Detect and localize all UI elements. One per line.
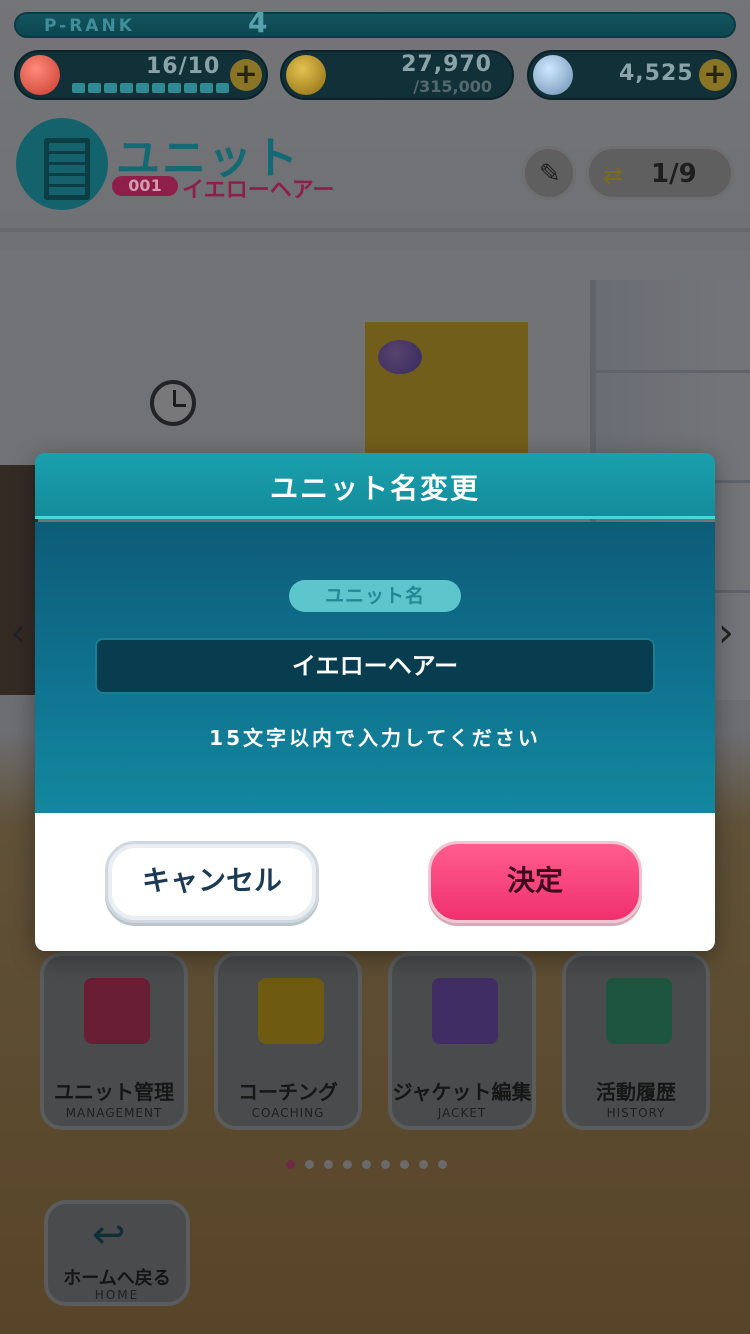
input-hint: 15文字以内で入力してください (209, 726, 541, 750)
unit-number-badge: 001 (112, 176, 178, 196)
menu-label: コーチング (238, 1080, 338, 1104)
coin-counter: 27,970 /315,000 (280, 50, 514, 100)
back-arrow-icon: ↩ (92, 1212, 126, 1258)
menu-tile-management[interactable]: ユニット管理 MANAGEMENT (40, 952, 188, 1130)
menu-sub-label: COACHING (251, 1106, 325, 1120)
stamina-icon (20, 55, 60, 95)
p-rank-label: P-RANK (44, 16, 135, 36)
gem-counter: 4,525 + (527, 50, 737, 100)
menu-label: 活動履歴 (596, 1080, 676, 1104)
microphone-icon (84, 978, 150, 1044)
unit-name-label: ユニット名 (289, 580, 461, 612)
menu-label: ジャケット編集 (392, 1080, 532, 1104)
unit-name: イエローヘアー (182, 178, 335, 203)
unit-name-input[interactable]: イエローヘアー (95, 638, 655, 694)
stamina-counter: 16/10 + (14, 50, 268, 100)
p-rank-value: 4 (248, 6, 268, 39)
dialog-title: ユニット名変更 (269, 472, 480, 505)
dialog-footer: キャンセル 決定 (35, 813, 715, 951)
unit-switch-button[interactable]: ⇄ 1/9 (586, 146, 734, 200)
edit-name-button[interactable]: ✎ (522, 146, 576, 200)
menu-tile-jacket[interactable]: ジャケット編集 JACKET (388, 952, 536, 1130)
coin-icon (286, 55, 326, 95)
dialog-header: ユニット名変更 (35, 453, 715, 519)
home-label: ホームへ戻る (63, 1268, 171, 1289)
menu-sub-label: JACKET (437, 1106, 487, 1120)
gem-value: 4,525 (619, 61, 694, 86)
cancel-button[interactable]: キャンセル (105, 841, 319, 923)
certificate-icon (606, 978, 672, 1044)
prev-unit-arrow-icon[interactable]: ‹ (10, 610, 30, 670)
next-unit-arrow-icon[interactable]: › (718, 610, 738, 670)
coin-max: /315,000 (413, 77, 492, 96)
dialog-body: ユニット名 イエローヘアー 15文字以内で入力してください (35, 522, 715, 813)
menu-label: ユニット管理 (54, 1080, 174, 1104)
rename-unit-dialog: ユニット名変更 ユニット名 イエローヘアー 15文字以内で入力してください キャ… (35, 453, 715, 951)
confirm-button[interactable]: 決定 (428, 841, 642, 923)
menu-sub-label: HISTORY (606, 1106, 666, 1120)
gem-icon (533, 55, 573, 95)
switch-icon: ⇄ (603, 161, 624, 189)
add-gem-button[interactable]: + (699, 59, 731, 91)
building-icon (16, 118, 108, 210)
page-dots (286, 1160, 447, 1169)
stamina-gauge (72, 83, 229, 93)
menu-tile-history[interactable]: 活動履歴 HISTORY (562, 952, 710, 1130)
jacket-pen-icon (432, 978, 498, 1044)
unit-page-indicator: 1/9 (651, 159, 697, 189)
stamina-value: 16/10 (146, 54, 221, 79)
pencil-icon: ✎ (539, 159, 561, 189)
menu-sub-label: MANAGEMENT (65, 1106, 163, 1120)
menu-tile-coaching[interactable]: コーチング COACHING (214, 952, 362, 1130)
p-rank-bar: P-RANK 4 (14, 6, 736, 39)
home-sub-label: HOME (94, 1288, 140, 1302)
exclamation-icon (258, 978, 324, 1044)
home-button[interactable]: ↩ ホームへ戻る HOME (44, 1200, 190, 1306)
add-stamina-button[interactable]: + (230, 59, 262, 91)
coin-value: 27,970 (401, 52, 492, 77)
